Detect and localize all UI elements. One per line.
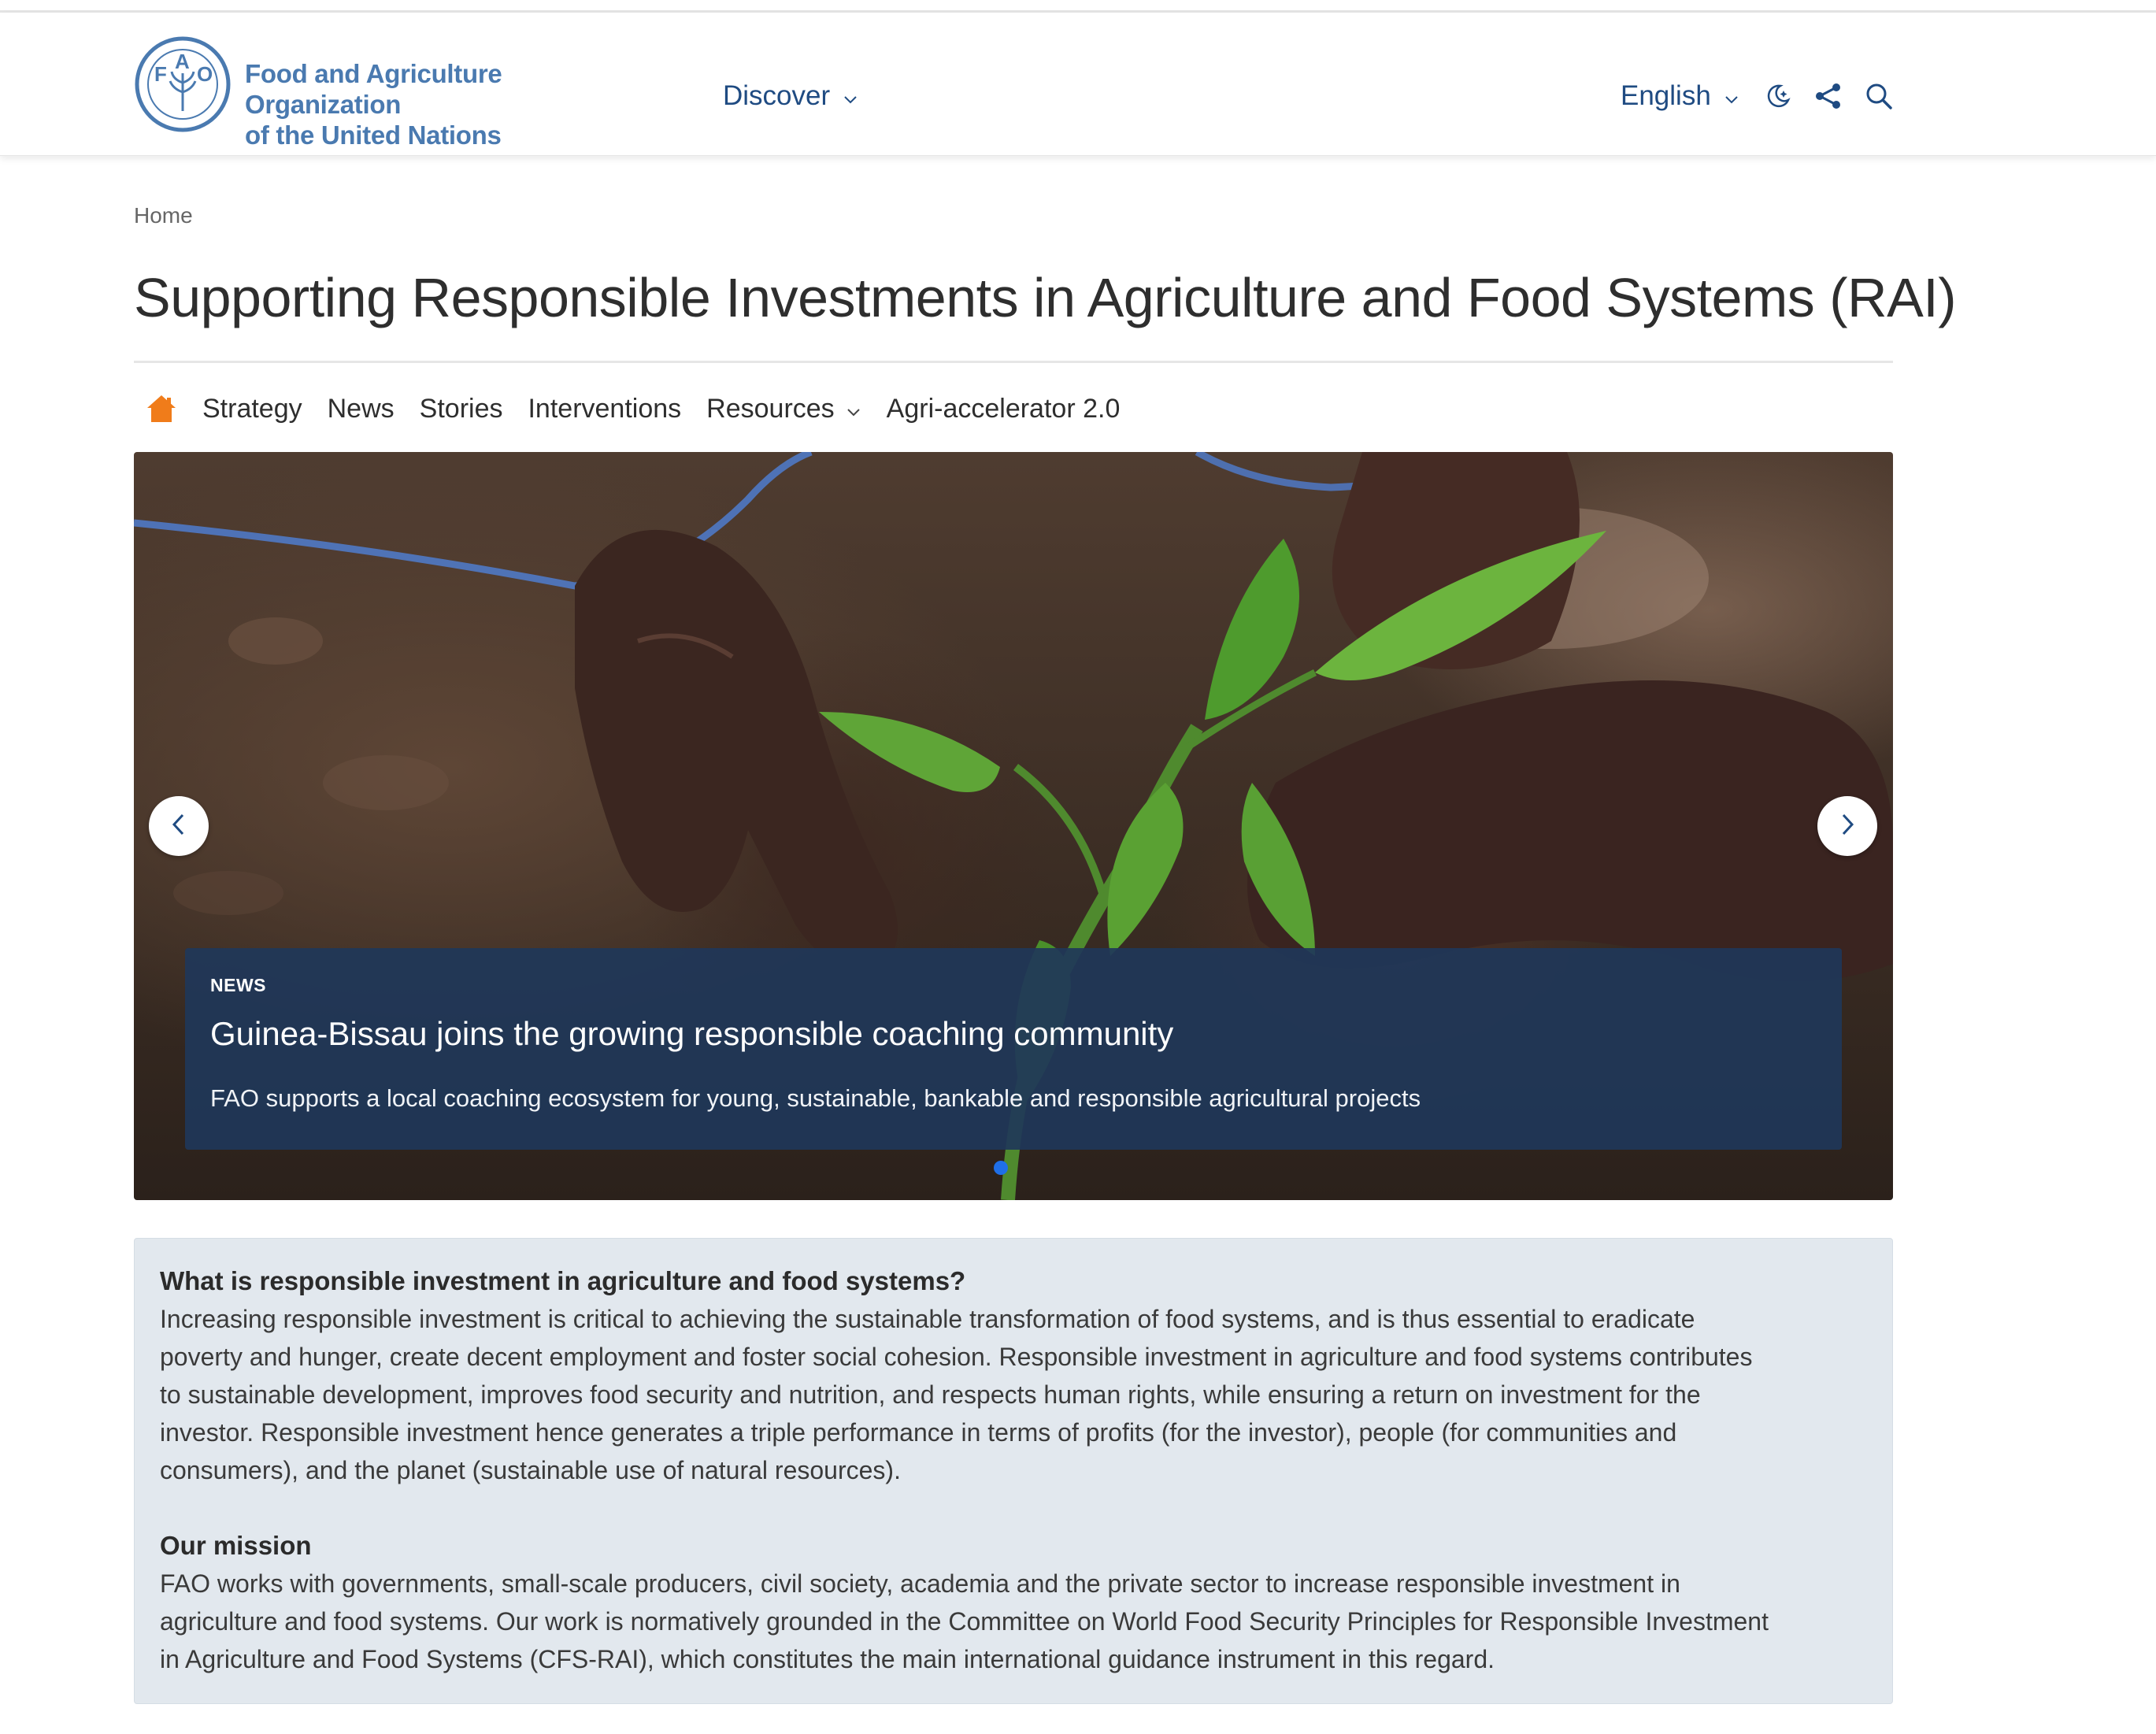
nav-item-interventions[interactable]: Interventions [528,394,681,424]
org-name-line2: of the United Nations [245,120,502,150]
site-header: F A O Food and Agriculture Organization … [0,13,2156,156]
info-box: What is responsible investment in agricu… [134,1238,1893,1704]
carousel-prev-button[interactable] [149,796,209,856]
nav-item-strategy[interactable]: Strategy [202,394,302,424]
org-name[interactable]: Food and Agriculture Organization of the… [245,58,654,150]
info-question-line: consumers), and the planet (sustainable … [160,1456,901,1484]
chevron-down-icon [843,80,858,112]
mission-line: in Agriculture and Food Systems (CFS-RAI… [160,1645,1495,1673]
nav-item-agri-accelerator[interactable]: Agri-accelerator 2.0 [887,394,1121,424]
breadcrumb: Home [134,203,193,228]
chevron-left-icon [170,813,187,840]
language-label: English [1621,80,1711,111]
slide-caption[interactable]: NEWS Guinea-Bissau joins the growing res… [185,948,1842,1150]
page-title: Supporting Responsible Investments in Ag… [134,267,1957,328]
svg-text:F: F [154,62,167,86]
title-divider [134,361,1893,363]
mission-line: agriculture and food systems. Our work i… [160,1607,1769,1636]
home-icon[interactable] [146,394,177,424]
nav-item-resources[interactable]: Resources [706,394,861,424]
language-selector[interactable]: English [1621,77,1739,115]
info-question-line: to sustainable development, improves foo… [160,1380,1701,1409]
nav-item-news[interactable]: News [328,394,395,424]
info-question-line: poverty and hunger, create decent employ… [160,1343,1753,1371]
share-icon[interactable] [1813,80,1844,112]
carousel-next-button[interactable] [1817,796,1877,856]
discover-label: Discover [723,80,831,111]
info-question-heading: What is responsible investment in agricu… [160,1266,966,1295]
svg-text:A: A [175,50,190,73]
info-question-line: investor. Responsible investment hence g… [160,1418,1677,1447]
breadcrumb-home-link[interactable]: Home [134,203,193,228]
nav-item-stories[interactable]: Stories [420,394,503,424]
slide-tag: NEWS [210,975,266,995]
top-rule [0,0,2156,13]
discover-menu[interactable]: Discover [723,77,858,115]
dark-mode-icon[interactable] [1762,80,1794,112]
mission-heading: Our mission [160,1531,312,1560]
hero-carousel: NEWS Guinea-Bissau joins the growing res… [134,452,1893,1200]
slide-headline[interactable]: Guinea-Bissau joins the growing responsi… [210,1013,1817,1054]
mission-line: FAO works with governments, small-scale … [160,1569,1680,1598]
svg-text:O: O [197,62,213,86]
fao-logo[interactable]: F A O [134,35,232,133]
org-name-line1: Food and Agriculture Organization [245,59,502,119]
chevron-right-icon [1839,813,1856,840]
chevron-down-icon [846,394,861,424]
carousel-dots [994,1161,1008,1175]
section-nav: Strategy News Stories Interventions Reso… [146,387,1120,430]
chevron-down-icon [1724,80,1739,112]
info-question-line: Increasing responsible investment is cri… [160,1305,1695,1333]
search-icon[interactable] [1863,80,1895,112]
nav-item-resources-label: Resources [706,393,835,424]
carousel-dot-active[interactable] [994,1161,1008,1175]
slide-summary: FAO supports a local coaching ecosystem … [210,1084,1421,1112]
